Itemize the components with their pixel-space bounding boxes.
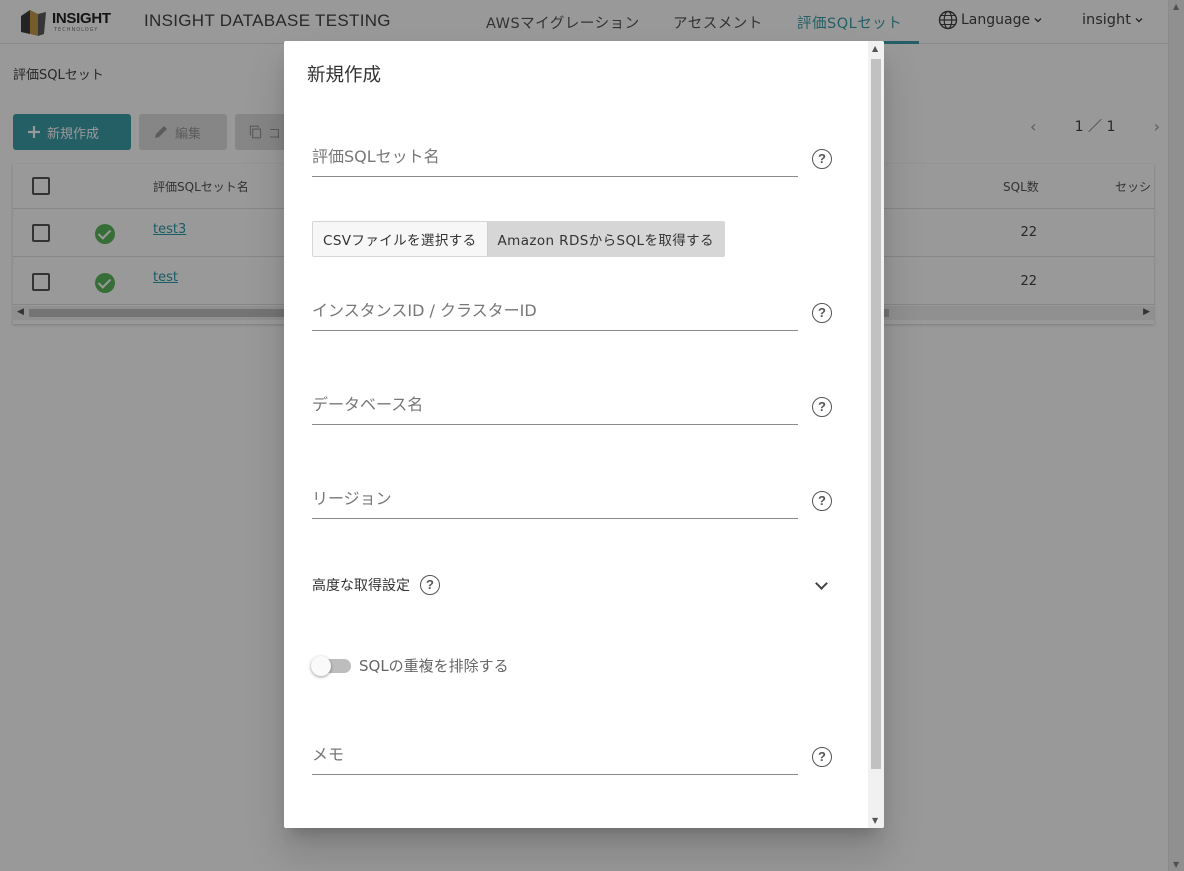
toggle-track[interactable] <box>311 655 351 676</box>
scroll-down-icon[interactable]: ▼ <box>872 816 878 825</box>
dedupe-label: SQLの重複を排除する <box>359 657 509 675</box>
instance-id-input[interactable] <box>312 291 798 330</box>
chevron-down-icon[interactable] <box>815 577 828 590</box>
help-icon[interactable]: ? <box>812 397 832 417</box>
region-input[interactable] <box>312 479 798 518</box>
rds-source-button[interactable]: Amazon RDSからSQLを取得する <box>486 222 724 256</box>
set-name-input[interactable] <box>312 137 798 176</box>
dialog-title: 新規作成 <box>307 65 382 86</box>
csv-source-button[interactable]: CSVファイルを選択する <box>313 222 487 256</box>
scrollbar-thumb[interactable] <box>871 59 881 769</box>
help-icon[interactable]: ? <box>812 149 832 169</box>
scroll-up-icon[interactable]: ▲ <box>872 44 878 53</box>
help-icon[interactable]: ? <box>812 491 832 511</box>
advanced-settings-header[interactable]: 高度な取得設定 ? <box>312 575 440 595</box>
region-field[interactable] <box>312 479 798 519</box>
memo-field[interactable] <box>312 735 798 775</box>
advanced-settings-label: 高度な取得設定 <box>312 578 410 594</box>
help-icon[interactable]: ? <box>812 747 832 767</box>
source-selector: CSVファイルを選択する Amazon RDSからSQLを取得する <box>312 221 725 257</box>
create-dialog: 新規作成 ? CSVファイルを選択する Amazon RDSからSQLを取得する… <box>284 41 884 828</box>
dedupe-toggle[interactable]: SQLの重複を排除する <box>311 655 509 676</box>
memo-input[interactable] <box>312 735 798 774</box>
instance-id-field[interactable] <box>312 291 798 331</box>
help-icon[interactable]: ? <box>420 575 440 595</box>
help-icon[interactable]: ? <box>812 303 832 323</box>
database-name-field[interactable] <box>312 385 798 425</box>
toggle-knob[interactable] <box>311 655 331 676</box>
database-name-input[interactable] <box>312 385 798 424</box>
set-name-field[interactable] <box>312 137 798 177</box>
dialog-scrollbar[interactable]: ▲ ▼ <box>868 41 884 828</box>
